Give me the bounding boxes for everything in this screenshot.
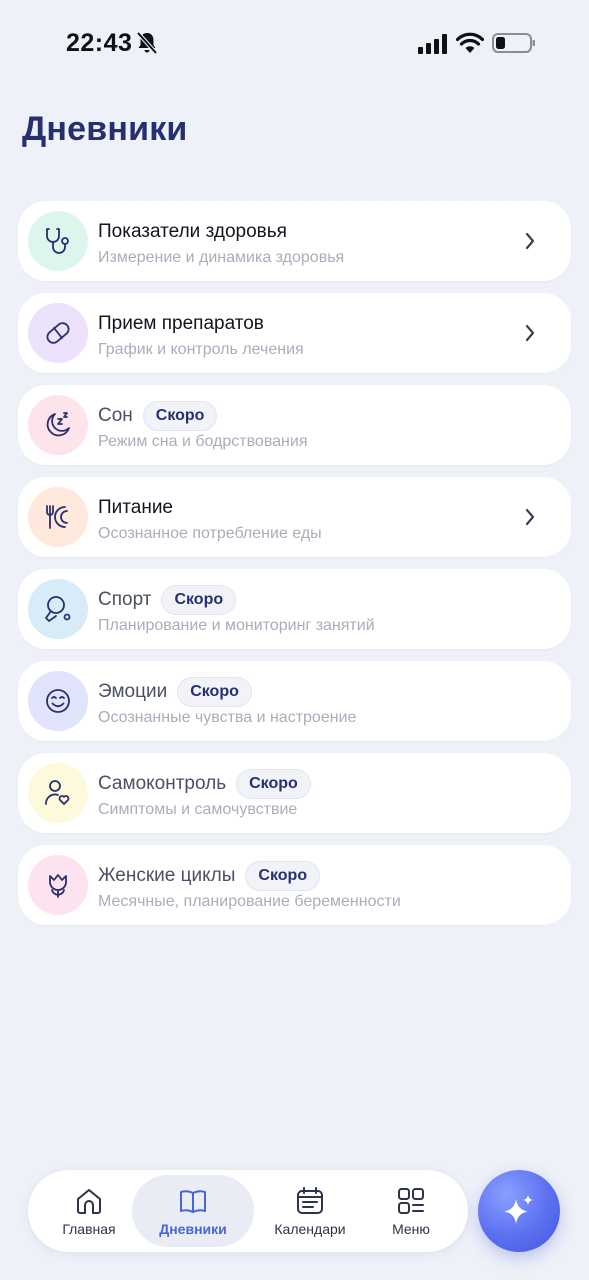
battery-icon [492,33,535,53]
card-subtitle: Осознанное потребление еды [98,525,322,542]
card-subtitle: Месячные, планирование беременности [98,893,401,910]
diary-card-female-cycles[interactable]: Женские циклы Скоро Месячные, планирован… [18,845,571,925]
card-subtitle: График и контроль лечения [98,341,304,358]
nav-label: Дневники [159,1221,227,1237]
status-time: 22:43 [66,29,133,57]
card-title-row: Спорт Скоро [98,585,237,615]
diary-card-emotions[interactable]: Эмоции Скоро Осознанные чувства и настро… [18,661,571,741]
sparkle-icon [504,1195,533,1224]
chevron-right-icon [525,324,535,342]
home-icon [77,1189,101,1214]
tulip-icon [49,874,67,898]
card-title-row: Эмоции Скоро [98,677,252,707]
bell-slash-icon [136,31,158,55]
icon-circle [28,395,88,455]
soon-badge: Скоро [177,677,252,707]
bottom-nav: Главная Дневники Календари Меню [28,1170,468,1252]
card-subtitle: Осознанные чувства и настроение [98,709,357,726]
pill-icon [46,322,70,344]
diary-card-medication[interactable]: Прием препаратов График и контроль лечен… [18,293,571,373]
person-heart-icon [45,780,70,805]
card-title-row: Самоконтроль Скоро [98,769,311,799]
soon-badge: Скоро [161,585,237,615]
signal-icon [418,34,447,54]
soon-badge: Скоро [142,401,218,431]
diary-card-sport[interactable]: Спорт Скоро Планирование и мониторинг за… [18,569,571,649]
screen: 22:43 Дневники Показатели здоровья Измер… [0,0,589,1280]
diary-card-health[interactable]: Показатели здоровья Измерение и динамика… [18,201,571,281]
icon-circle [28,303,88,363]
nav-label: Календари [274,1221,346,1237]
nav-item-calendars[interactable]: Календари [260,1175,360,1247]
diary-card-selfcontrol[interactable]: Самоконтроль Скоро Симптомы и самочувств… [18,753,571,833]
card-subtitle: Режим сна и бодрствования [98,433,308,450]
status-bar: 22:43 [0,0,589,90]
soon-badge: Скоро [245,861,321,891]
card-title: Сон [98,405,133,426]
card-title: Показатели здоровья [98,221,287,242]
card-title: Эмоции [98,681,168,702]
nav-label: Меню [392,1221,430,1237]
card-subtitle: Измерение и динамика здоровья [98,249,345,266]
nav-item-menu[interactable]: Меню [366,1175,456,1247]
card-title-row: Питание [98,493,173,523]
icon-circle [28,671,88,731]
card-subtitle: Планирование и мониторинг занятий [98,617,375,634]
card-title: Спорт [98,589,152,610]
nav-item-home[interactable]: Главная [44,1175,134,1247]
card-title: Самоконтроль [98,773,227,794]
smile-icon [46,689,70,713]
chevron-right-icon [525,232,535,250]
icon-circle [28,763,88,823]
card-title: Женские циклы [98,865,236,886]
card-title-row: Женские циклы Скоро [98,861,321,891]
card-title-row: Сон Скоро [98,401,218,431]
calendar-icon [297,1187,323,1214]
icon-circle [28,855,88,915]
card-title-row: Показатели здоровья [98,217,287,247]
icon-circle [28,211,88,271]
wifi-icon [456,32,484,53]
diary-list: Показатели здоровья Измерение и динамика… [18,201,571,937]
card-title-row: Прием препаратов [98,309,264,339]
nav-label: Главная [62,1221,116,1237]
fork-plate-icon [46,505,68,529]
card-title: Питание [98,497,173,518]
book-icon [180,1190,206,1213]
ai-assistant-button[interactable] [478,1170,560,1252]
grid-menu-icon [398,1188,424,1214]
stethoscope-icon [46,228,69,254]
card-subtitle: Симптомы и самочувствие [98,801,298,818]
diary-card-nutrition[interactable]: Питание Осознанное потребление еды [18,477,571,557]
icon-circle [28,579,88,639]
diary-card-sleep[interactable]: Сон Скоро Режим сна и бодрствования [18,385,571,465]
soon-badge: Скоро [236,769,311,799]
page-title: Дневники [22,110,188,148]
ping-pong-icon [45,596,71,622]
chevron-right-icon [525,508,535,526]
card-title: Прием препаратов [98,313,264,334]
icon-circle [28,487,88,547]
nav-item-diaries[interactable]: Дневники [132,1175,254,1247]
moon-zzz-icon [46,412,70,437]
